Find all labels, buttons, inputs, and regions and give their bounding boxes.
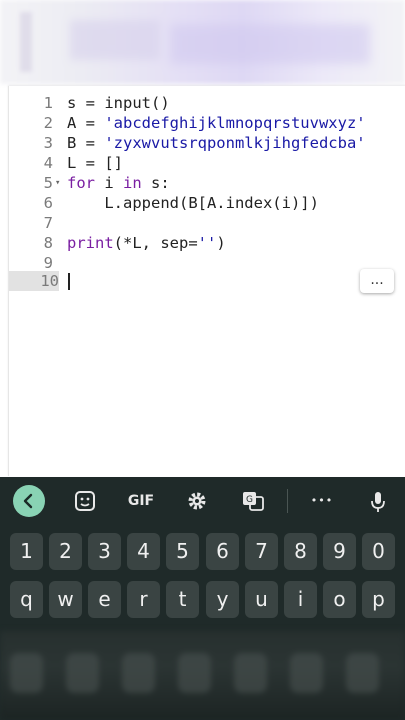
code-text: L.append(B[A.index(i)]) (67, 194, 319, 212)
key-6[interactable]: 6 (206, 533, 239, 570)
key-9[interactable]: 9 (323, 533, 356, 570)
code-line[interactable]: 5 ▾ for i in s: (9, 173, 405, 193)
key-7[interactable]: 7 (245, 533, 278, 570)
key-q[interactable]: q (10, 581, 43, 618)
key-w[interactable]: w (49, 581, 82, 618)
soft-keyboard: GIF G ••• 1 2 3 4 5 6 7 8 9 0 q w e r t … (0, 477, 405, 720)
key-4[interactable]: 4 (127, 533, 160, 570)
blur-shape (170, 24, 370, 64)
key-r[interactable]: r (127, 581, 160, 618)
key-3[interactable]: 3 (88, 533, 121, 570)
key-y[interactable]: y (206, 581, 239, 618)
blurred-key (122, 653, 155, 693)
code-text: A = 'abcdefghijklmnopqrstuvwxyz' (67, 114, 366, 132)
key-5[interactable]: 5 (166, 533, 199, 570)
code-text: for i in s: (67, 174, 170, 192)
blur-shape (20, 12, 32, 72)
code-line-active[interactable]: 10 (9, 271, 405, 291)
text-cursor (68, 273, 70, 290)
line-number: 2 (43, 114, 53, 132)
line-number: 3 (43, 134, 53, 152)
sticker-icon[interactable] (69, 485, 101, 517)
chevron-left-icon[interactable] (13, 485, 45, 517)
code-line[interactable]: 9 (9, 253, 405, 273)
blur-shape (70, 20, 160, 60)
code-line[interactable]: 6 L.append(B[A.index(i)]) (9, 193, 405, 213)
line-number: 10 (9, 271, 59, 291)
key-2[interactable]: 2 (49, 533, 82, 570)
toolbar-divider (287, 489, 288, 513)
letter-row-top: q w e r t y u i o p (0, 581, 405, 621)
code-editor[interactable]: 1 s = input() 2 A = 'abcdefghijklmnopqrs… (8, 86, 405, 476)
gear-icon[interactable] (181, 485, 213, 517)
key-i[interactable]: i (284, 581, 317, 618)
key-0[interactable]: 0 (362, 533, 395, 570)
blurred-key (234, 653, 267, 693)
gif-button[interactable]: GIF (124, 485, 158, 517)
line-number: 4 (43, 154, 53, 172)
line-number: 7 (43, 214, 53, 232)
number-row: 1 2 3 4 5 6 7 8 9 0 (0, 533, 405, 573)
key-p[interactable]: p (362, 581, 395, 618)
fold-arrow-icon[interactable]: ▾ (55, 173, 60, 193)
more-icon[interactable]: ••• (306, 485, 338, 517)
line-number: 8 (43, 234, 53, 252)
line-number: 6 (43, 194, 53, 212)
svg-text:G: G (246, 495, 253, 505)
blurred-key (66, 653, 99, 693)
key-o[interactable]: o (323, 581, 356, 618)
key-u[interactable]: u (245, 581, 278, 618)
blurred-header (0, 0, 405, 84)
blurred-key (290, 653, 323, 693)
key-t[interactable]: t (166, 581, 199, 618)
blurred-key (10, 653, 43, 693)
code-line[interactable]: 7 (9, 213, 405, 233)
code-text: s = input() (67, 94, 170, 112)
code-text: B = 'zyxwvutsrqponmlkjihgfedcba' (67, 134, 366, 152)
key-8[interactable]: 8 (284, 533, 317, 570)
line-number: 5 (43, 174, 53, 192)
microphone-icon[interactable] (362, 485, 394, 517)
code-line[interactable]: 1 s = input() (9, 93, 405, 113)
translate-icon[interactable]: G (237, 485, 269, 517)
blurred-key (178, 653, 211, 693)
code-text: print(*L, sep='') (67, 234, 226, 252)
blurred-key (346, 653, 379, 693)
key-e[interactable]: e (88, 581, 121, 618)
code-text: L = [] (67, 154, 123, 172)
code-line[interactable]: 4 L = [] (9, 153, 405, 173)
line-number: 1 (43, 94, 53, 112)
keyboard-toolbar: GIF G ••• (0, 477, 405, 523)
line-number: 9 (43, 254, 53, 272)
code-line[interactable]: 2 A = 'abcdefghijklmnopqrstuvwxyz' (9, 113, 405, 133)
key-1[interactable]: 1 (10, 533, 43, 570)
code-line[interactable]: 3 B = 'zyxwvutsrqponmlkjihgfedcba' (9, 133, 405, 153)
blurred-key-rows (0, 631, 405, 720)
code-line[interactable]: 8 print(*L, sep='') (9, 233, 405, 253)
more-options-button[interactable]: ... (360, 269, 394, 293)
